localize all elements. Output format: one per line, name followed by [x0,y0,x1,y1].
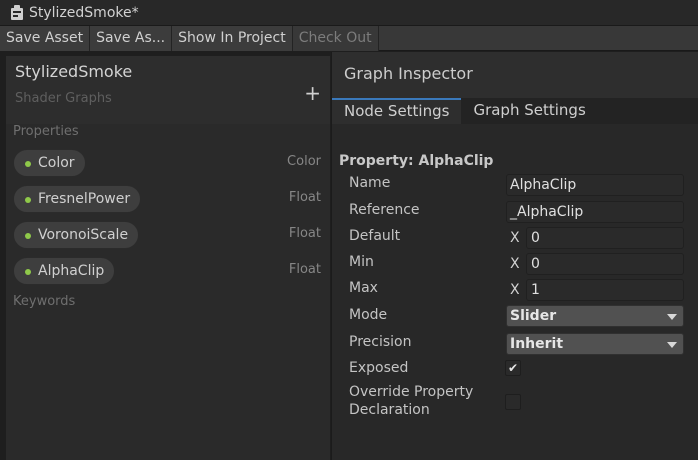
reference-label: Reference [349,202,420,218]
property-name: Color [38,155,75,171]
property-heading: Property: AlphaClip [339,153,494,169]
blackboard-subtitle: Shader Graphs [15,91,112,106]
property-type: Float [288,226,321,241]
reference-field[interactable]: _AlphaClip [506,201,684,223]
precision-dropdown[interactable]: Inherit [506,333,684,355]
show-in-project-button[interactable]: Show In Project [172,26,293,51]
save-asset-button[interactable]: Save Asset [0,26,91,51]
override-label-line1: Override Property [349,384,474,400]
max-value-field[interactable]: 1 [526,279,684,301]
tab-graph-settings[interactable]: Graph Settings [461,98,597,124]
property-exposed-dot [25,197,31,203]
property-name: VoronoiScale [38,227,129,243]
property-exposed-dot [25,269,31,275]
precision-dropdown-value: Inherit [510,336,564,352]
mode-dropdown[interactable]: Slider [506,305,684,327]
name-label: Name [349,175,391,191]
blackboard-header: StylizedSmoke Shader Graphs + [6,56,330,124]
window-titlebar: StylizedSmoke* [0,0,698,26]
blackboard-panel: StylizedSmoke Shader Graphs + Properties… [5,56,330,460]
property-pill-color[interactable]: Color [13,149,86,177]
min-label: Min [349,254,374,270]
chevron-down-icon [667,314,677,320]
exposed-checkbox[interactable]: ✔ [505,360,521,376]
window-title: StylizedSmoke* [29,4,139,21]
default-value-field[interactable]: 0 [526,227,684,249]
inspector-title: Graph Inspector [344,64,473,83]
property-pill-fresnelpower[interactable]: FresnelPower [13,185,142,213]
mode-label: Mode [349,307,388,323]
add-property-button[interactable]: + [304,83,321,103]
checkmark-icon: ✔ [507,361,519,375]
property-type: Float [288,190,321,205]
property-row-color: Color Color [13,149,321,177]
mode-dropdown-value: Slider [510,308,557,324]
property-row-voronoiscale: VoronoiScale Float [13,221,321,249]
default-label: Default [349,228,401,244]
property-exposed-dot [25,233,31,239]
property-pill-alphaclip[interactable]: AlphaClip [13,257,116,285]
chevron-down-icon [667,342,677,348]
default-x-label: X [510,230,520,246]
name-field[interactable]: AlphaClip [506,174,684,196]
exposed-label: Exposed [349,360,409,376]
shader-graph-icon [11,4,23,20]
override-declaration-label: Override Property Declaration [349,383,473,419]
check-out-button[interactable]: Check Out [292,26,379,51]
tab-node-settings[interactable]: Node Settings [332,98,462,124]
property-row-fresnelpower: FresnelPower Float [13,185,321,213]
property-type: Float [288,262,321,277]
keywords-section-label: Keywords [13,294,76,309]
graph-inspector-panel: Graph Inspector Node Settings Graph Sett… [331,52,698,460]
max-x-label: X [510,282,520,298]
max-label: Max [349,280,378,296]
property-type: Color [287,154,321,169]
save-as-button[interactable]: Save As... [90,26,173,51]
property-row-alphaclip: AlphaClip Float [13,257,321,285]
override-label-line2: Declaration [349,402,430,418]
properties-section-label: Properties [13,124,79,139]
override-declaration-checkbox[interactable] [505,394,521,410]
inspector-header: Graph Inspector [332,52,698,98]
precision-label: Precision [349,334,412,350]
graph-toolbar: Save Asset Save As... Show In Project Ch… [0,26,698,51]
property-name: FresnelPower [38,191,131,207]
property-pill-voronoiscale[interactable]: VoronoiScale [13,221,140,249]
min-value-field[interactable]: 0 [526,253,684,275]
min-x-label: X [510,256,520,272]
inspector-tabs: Node Settings Graph Settings [332,98,698,124]
blackboard-title: StylizedSmoke [15,62,133,81]
property-exposed-dot [25,161,31,167]
property-name: AlphaClip [38,263,105,279]
